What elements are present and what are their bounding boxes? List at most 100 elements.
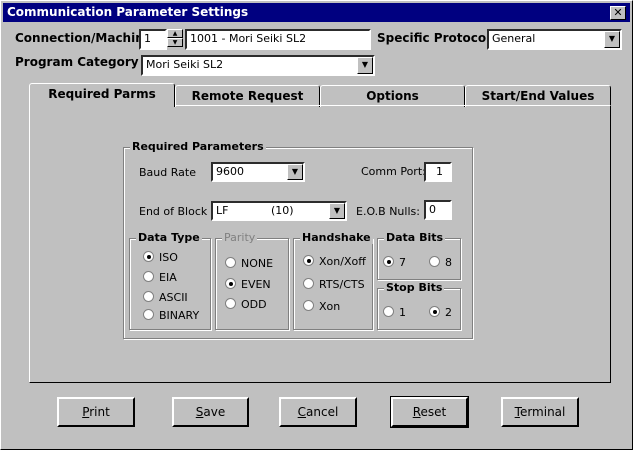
radio-data-type-binary[interactable]: BINARY xyxy=(143,309,199,322)
radio-parity-even[interactable]: EVEN xyxy=(225,278,271,291)
connection-name-field[interactable]: 1001 - Mori Seiki SL2 xyxy=(185,29,371,50)
connection-spinner[interactable]: ▲ ▼ xyxy=(167,29,183,50)
radio-data-type-ascii[interactable]: ASCII xyxy=(143,291,188,304)
reset-label: eset xyxy=(420,405,447,419)
radio-handshake-rts-cts[interactable]: RTS/CTS xyxy=(303,278,365,291)
chevron-down-icon[interactable]: ▼ xyxy=(287,164,303,180)
radio-label: RTS/CTS xyxy=(319,278,365,291)
end-of-block-code: (10) xyxy=(271,204,294,217)
radio-icon xyxy=(143,271,154,282)
end-of-block-select[interactable]: LF (10) ▼ xyxy=(211,201,347,221)
comm-port-value: 1 xyxy=(436,165,443,178)
baud-rate-select[interactable]: 9600 ▼ xyxy=(211,162,305,182)
radio-label: Xon/Xoff xyxy=(319,255,366,268)
radio-label: 1 xyxy=(399,306,406,319)
dialog-window: Communication Parameter Settings ✕ Conne… xyxy=(0,0,633,450)
protocol-value: General xyxy=(492,32,536,45)
required-parameters-title: Required Parameters xyxy=(130,140,266,153)
tab-remote-request[interactable]: Remote Request xyxy=(175,85,320,107)
radio-label: ODD xyxy=(241,298,267,311)
print-button[interactable]: Print xyxy=(57,397,135,427)
comm-port-field[interactable]: 1 xyxy=(424,162,452,182)
radio-label: 8 xyxy=(445,256,452,269)
radio-icon xyxy=(143,291,154,302)
radio-icon xyxy=(143,309,154,320)
radio-selected-icon xyxy=(303,255,314,266)
radio-data-type-iso[interactable]: ISO xyxy=(143,251,178,264)
radio-label: 7 xyxy=(399,256,406,269)
radio-data-bits-7[interactable]: 7 xyxy=(383,256,406,269)
reset-button[interactable]: Reset xyxy=(390,396,469,428)
cancel-label: ancel xyxy=(306,405,339,419)
close-button[interactable]: ✕ xyxy=(610,6,626,20)
radio-selected-icon xyxy=(383,256,394,267)
eob-nulls-field[interactable]: 0 xyxy=(424,200,452,220)
baud-rate-value: 9600 xyxy=(216,165,244,178)
terminal-button[interactable]: Terminal xyxy=(501,397,579,427)
data-bits-title: Data Bits xyxy=(384,231,446,244)
radio-label: EVEN xyxy=(241,278,271,291)
window-title: Communication Parameter Settings xyxy=(7,5,249,19)
program-category-value: Mori Seiki SL2 xyxy=(146,58,224,71)
terminal-label: erminal xyxy=(519,405,566,419)
eob-nulls-value: 0 xyxy=(429,203,436,216)
connection-label: Connection/Machine xyxy=(15,31,152,45)
program-category-label: Program Category xyxy=(15,55,139,69)
radio-icon xyxy=(303,300,314,311)
title-bar: Communication Parameter Settings ✕ xyxy=(3,3,630,22)
radio-icon xyxy=(303,278,314,289)
connection-number-field[interactable]: 1 xyxy=(139,29,167,50)
comm-port-label: Comm Port: xyxy=(361,165,426,178)
radio-label: 2 xyxy=(445,306,452,319)
radio-selected-icon xyxy=(225,278,236,289)
radio-parity-odd[interactable]: ODD xyxy=(225,298,267,311)
stop-bits-title: Stop Bits xyxy=(384,281,445,294)
eob-nulls-label: E.O.B Nulls: xyxy=(356,205,420,218)
protocol-label: Specific Protocol xyxy=(377,31,491,45)
radio-icon xyxy=(225,298,236,309)
print-label: rint xyxy=(89,405,110,419)
close-icon: ✕ xyxy=(613,6,623,19)
radio-icon xyxy=(225,257,236,268)
program-category-select[interactable]: Mori Seiki SL2 ▼ xyxy=(141,55,375,76)
spin-up-icon[interactable]: ▲ xyxy=(167,29,183,38)
radio-handshake-xon-xoff[interactable]: Xon/Xoff xyxy=(303,255,366,268)
radio-selected-icon xyxy=(143,251,154,262)
chevron-down-icon[interactable]: ▼ xyxy=(357,57,373,74)
radio-label: ASCII xyxy=(159,291,188,304)
radio-label: EIA xyxy=(159,271,177,284)
radio-label: Xon xyxy=(319,300,341,313)
radio-icon xyxy=(383,306,394,317)
chevron-down-icon[interactable]: ▼ xyxy=(329,203,345,219)
tab-options[interactable]: Options xyxy=(320,85,465,107)
save-button[interactable]: Save xyxy=(172,397,249,427)
radio-handshake-xon[interactable]: Xon xyxy=(303,300,340,313)
save-label: ave xyxy=(203,405,226,419)
reset-accel: R xyxy=(412,405,421,419)
chevron-down-icon[interactable]: ▼ xyxy=(604,31,620,48)
radio-data-type-eia[interactable]: EIA xyxy=(143,271,177,284)
handshake-title: Handshake xyxy=(300,231,373,244)
cancel-accel: C xyxy=(297,405,307,419)
connection-name-value: 1001 - Mori Seiki SL2 xyxy=(190,32,307,45)
radio-data-bits-8[interactable]: 8 xyxy=(429,256,452,269)
end-of-block-value: LF xyxy=(216,204,229,217)
tab-required-parms[interactable]: Required Parms xyxy=(29,83,175,107)
spin-down-icon[interactable]: ▼ xyxy=(167,38,183,47)
connection-number-value: 1 xyxy=(144,32,151,45)
cancel-button[interactable]: Cancel xyxy=(279,397,357,427)
end-of-block-label: End of Block xyxy=(139,205,208,218)
parity-title: Parity xyxy=(222,231,258,244)
radio-icon xyxy=(429,256,440,267)
tab-start-end-values[interactable]: Start/End Values xyxy=(465,85,611,107)
radio-stop-bits-2[interactable]: 2 xyxy=(429,306,452,319)
baud-rate-label: Baud Rate xyxy=(139,166,196,179)
data-type-title: Data Type xyxy=(136,231,202,244)
radio-parity-none[interactable]: NONE xyxy=(225,257,273,270)
protocol-select[interactable]: General ▼ xyxy=(487,29,622,50)
radio-label: ISO xyxy=(159,251,178,264)
radio-selected-icon xyxy=(429,306,440,317)
radio-label: NONE xyxy=(241,257,274,270)
radio-label: BINARY xyxy=(159,309,200,322)
radio-stop-bits-1[interactable]: 1 xyxy=(383,306,406,319)
